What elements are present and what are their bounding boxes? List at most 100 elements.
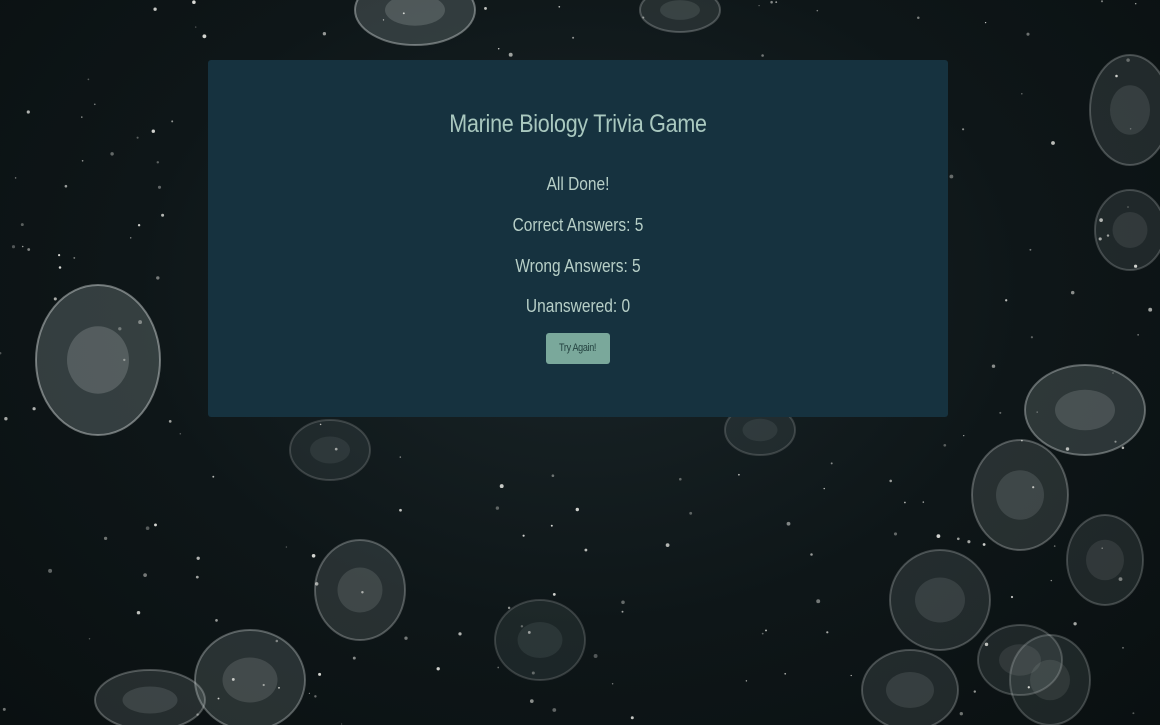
particle-dot [575,507,579,512]
particle-dot [64,184,68,188]
particle-dot [402,12,405,15]
particle-dot [352,656,356,660]
particle-dot [1137,334,1139,336]
particle-dot [314,695,317,698]
particle-dot [202,34,207,39]
particle-dot [156,276,160,280]
wrong-answers-text: Wrong Answers: 5 [515,256,641,276]
particle-dot [922,501,925,503]
particle-dot [770,0,773,4]
particle-dot [285,546,288,548]
try-again-button[interactable]: Try Again! [546,333,610,364]
particle-dot [967,540,971,544]
particle-dot [1026,32,1030,36]
particle-dot [611,683,614,685]
particle-dot [1073,622,1077,626]
results-panel: Marine Biology Trivia Game All Done! Cor… [208,60,948,417]
particle-dot [26,110,30,114]
particle-dot [784,672,787,675]
particle-dot [2,707,6,711]
particle-dot [1021,92,1023,95]
jellyfish-shape [971,439,1069,551]
particle-dot [153,7,157,11]
page-title: Marine Biology Trivia Game [449,110,707,138]
particle-dot [1118,577,1123,581]
particle-dot [830,462,833,465]
particle-dot [1070,290,1075,295]
particle-dot [436,667,440,671]
particle-dot [745,680,748,682]
correct-answers-text: Correct Answers: 5 [512,215,644,235]
jellyfish-shape [1024,364,1146,456]
particle-dot [758,4,760,7]
particle-dot [999,411,1002,414]
particle-dot [48,568,53,573]
particle-dot [484,6,487,10]
particle-dot [1005,299,1008,302]
jellyfish-shape [861,649,959,725]
jellyfish-shape [289,419,371,481]
try-again-label: Try Again! [559,342,597,354]
jellyfish-shape [35,284,161,436]
particle-dot [904,501,906,504]
jellyfish-shape [1089,54,1160,166]
jellyfish-shape [354,0,476,46]
particle-dot [308,692,311,695]
particle-dot [497,47,500,50]
particle-dot [963,434,965,437]
particle-dot [889,479,892,483]
particle-dot [81,116,83,118]
particle-dot [984,642,989,647]
particle-dot [621,610,624,613]
particle-dot [630,716,634,720]
particle-dot [621,600,625,605]
particle-dot [154,523,157,527]
particle-dot [136,136,139,139]
particle-dot [1148,307,1153,312]
particle-dot [1010,595,1014,599]
particle-dot [1032,486,1035,489]
particle-dot [1134,2,1137,5]
particle-dot [215,619,218,622]
particle-dot [1132,712,1135,715]
particle-dot [775,1,778,3]
particle-dot [679,477,682,481]
particle-dot [738,473,740,476]
particle-dot [531,671,535,675]
particle-dot [93,103,96,106]
particle-dot [151,129,155,133]
particle-dot [21,245,24,248]
jellyfish-shape [314,539,406,641]
particle-dot [1127,206,1129,208]
jellyfish-shape [194,629,306,725]
particle-dot [136,610,141,615]
particle-dot [14,177,17,179]
particle-dot [194,26,197,28]
particle-dot [319,423,322,426]
particle-dot [399,508,402,512]
particle-dot [118,327,122,331]
particle-dot [143,573,147,577]
particle-dot [552,593,556,596]
particle-dot [196,713,199,716]
particle-dot [1021,439,1023,442]
particle-dot [58,254,61,257]
particle-dot [231,677,235,681]
particle-dot [1101,547,1103,549]
particle-dot [1133,264,1138,268]
particle-dot [334,447,338,451]
particle-dot [786,521,791,526]
particle-dot [138,320,143,325]
particle-dot [991,364,996,368]
particle-dot [761,632,764,635]
particle-dot [458,632,462,636]
particle-dot [20,223,24,227]
particle-dot [81,159,84,162]
particle-dot [168,420,172,423]
particle-dot [936,534,941,538]
particle-dot [217,697,220,700]
game-status-text: All Done! [546,174,610,194]
particle-dot [527,630,531,634]
jellyfish-shape [94,669,206,725]
particle-dot [161,213,165,217]
